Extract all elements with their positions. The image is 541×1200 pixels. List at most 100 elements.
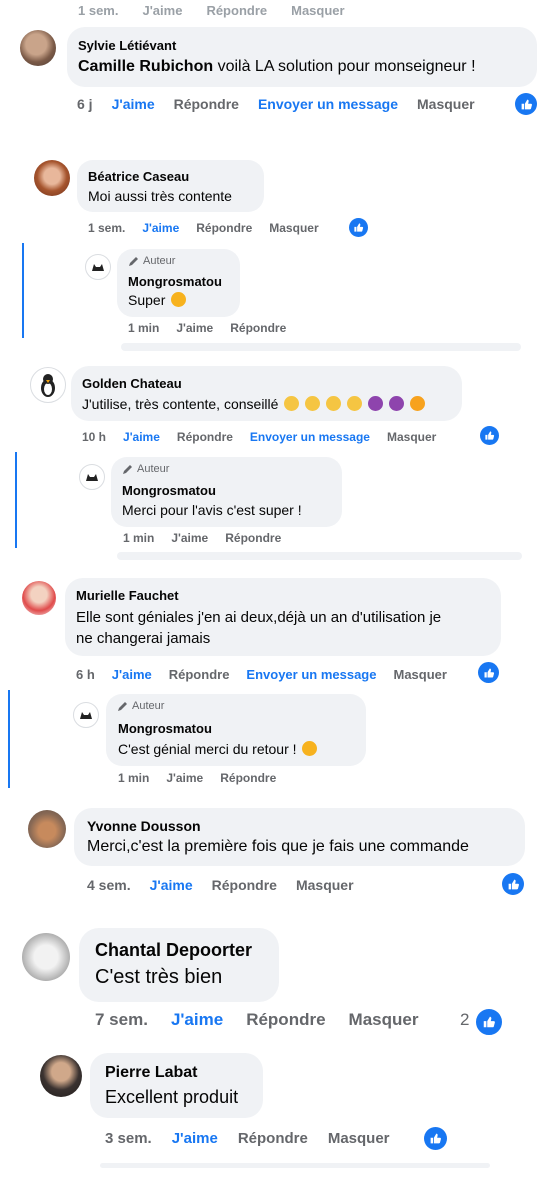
- comment-actions: 1 min J'aime Répondre: [123, 531, 281, 545]
- comment-text: J'utilise, très contente, conseillé: [82, 396, 425, 412]
- reply-link[interactable]: Répondre: [225, 531, 281, 545]
- author-badge: Auteur: [128, 255, 175, 267]
- like-link[interactable]: J'aime: [166, 771, 203, 785]
- comment-text: Super: [128, 292, 187, 308]
- hide-link[interactable]: Masquer: [393, 667, 446, 682]
- reply-thread-line: [22, 243, 24, 338]
- hide-link[interactable]: Masquer: [328, 1130, 390, 1147]
- avatar[interactable]: [40, 1055, 82, 1097]
- like-reaction-icon[interactable]: [474, 1007, 504, 1037]
- commenter-name[interactable]: Chantal Depoorter: [95, 940, 252, 961]
- comment-body: voilà LA solution pour monseigneur !: [213, 58, 476, 75]
- avatar[interactable]: [30, 367, 66, 403]
- reply-link[interactable]: Répondre: [246, 1010, 325, 1030]
- like-reaction-icon[interactable]: [502, 873, 524, 895]
- like-reaction-icon[interactable]: [478, 662, 499, 683]
- comment-text: ne changerai jamais: [76, 630, 211, 647]
- send-message-link[interactable]: Envoyer un message: [250, 430, 370, 444]
- send-message-link[interactable]: Envoyer un message: [246, 667, 376, 682]
- like-link[interactable]: J'aime: [172, 1130, 218, 1147]
- reply-bubble: Auteur Mongrosmatou C'est génial merci d…: [106, 694, 366, 766]
- like-link[interactable]: J'aime: [171, 531, 208, 545]
- comment-bubble: Sylvie Létiévant Camille Rubichon voilà …: [67, 27, 537, 87]
- ok-hand-emoji-icon: [305, 396, 321, 411]
- comment-bubble: Chantal Depoorter C'est très bien: [79, 928, 279, 1002]
- like-reaction-icon[interactable]: [349, 218, 368, 237]
- ok-hand-emoji-icon: [326, 396, 342, 411]
- reply-link[interactable]: Répondre: [220, 771, 276, 785]
- like-link[interactable]: J'aime: [142, 221, 179, 235]
- comment-time: 1 min: [118, 771, 150, 785]
- comment-actions: 7 sem. J'aime Répondre Masquer: [95, 1010, 418, 1030]
- cat-emoji-icon: [171, 292, 187, 307]
- like-link[interactable]: J'aime: [171, 1010, 223, 1030]
- like-link[interactable]: J'aime: [123, 430, 160, 444]
- comment-actions: 10 h J'aime Répondre Envoyer un message …: [82, 430, 436, 444]
- page-avatar[interactable]: [79, 464, 105, 490]
- commenter-name[interactable]: Murielle Fauchet: [76, 588, 179, 603]
- like-link[interactable]: J'aime: [142, 3, 182, 18]
- reply-link[interactable]: Répondre: [169, 667, 230, 682]
- reply-link[interactable]: Répondre: [206, 3, 267, 18]
- avatar[interactable]: [20, 30, 56, 66]
- hide-link[interactable]: Masquer: [291, 3, 344, 18]
- avatar[interactable]: [28, 810, 66, 848]
- author-badge-label: Auteur: [137, 463, 170, 475]
- commenter-name[interactable]: Sylvie Létiévant: [78, 38, 176, 53]
- like-reaction-icon[interactable]: [480, 426, 499, 445]
- reply-link[interactable]: Répondre: [230, 321, 286, 335]
- page-avatar[interactable]: [73, 702, 99, 728]
- like-reaction-icon[interactable]: [424, 1127, 447, 1150]
- send-message-link[interactable]: Envoyer un message: [258, 96, 398, 112]
- comment-time: 1 min: [128, 321, 160, 335]
- comment-text: Camille Rubichon voilà LA solution pour …: [78, 58, 476, 76]
- pencil-icon: [118, 702, 127, 711]
- reply-link[interactable]: Répondre: [238, 1130, 308, 1147]
- hide-link[interactable]: Masquer: [349, 1010, 419, 1030]
- pencil-icon: [129, 257, 138, 266]
- reaction-count[interactable]: 2: [460, 1010, 469, 1030]
- residual-action-row: 1 sem. J'aime Répondre Masquer: [78, 3, 345, 18]
- author-badge-label: Auteur: [143, 255, 176, 267]
- hide-link[interactable]: Masquer: [387, 430, 436, 444]
- commenter-name[interactable]: Pierre Labat: [105, 1064, 197, 1082]
- comment-text: Merci pour l'avis c'est super !: [122, 502, 302, 518]
- comment-text: Elle sont géniales j'en ai deux,déjà un …: [76, 609, 442, 626]
- reply-link[interactable]: Répondre: [196, 221, 252, 235]
- comment-bubble: Golden Chateau J'utilise, très contente,…: [71, 366, 462, 421]
- commenter-name[interactable]: Mongrosmatou: [122, 483, 216, 498]
- reply-input-fragment: [121, 343, 521, 351]
- avatar[interactable]: [34, 160, 70, 196]
- hide-link[interactable]: Masquer: [269, 221, 318, 235]
- commenter-name[interactable]: Mongrosmatou: [128, 274, 222, 289]
- comment-time: 3 sem.: [105, 1130, 152, 1147]
- comment-time: 6 h: [76, 667, 95, 682]
- commenter-name[interactable]: Béatrice Caseau: [88, 169, 189, 184]
- commenter-name[interactable]: Mongrosmatou: [118, 721, 212, 736]
- like-link[interactable]: J'aime: [176, 321, 213, 335]
- reply-link[interactable]: Répondre: [212, 877, 277, 893]
- commenter-name[interactable]: Yvonne Dousson: [87, 818, 201, 834]
- clapping-hands-emoji-icon: [284, 396, 300, 411]
- cat-logo-icon: [80, 712, 92, 719]
- reply-link[interactable]: Répondre: [177, 430, 233, 444]
- comment-bubble: Yvonne Dousson Merci,c'est la première f…: [74, 808, 525, 866]
- comment-actions: 1 min J'aime Répondre: [128, 321, 286, 335]
- star-struck-emoji-icon: [367, 396, 383, 411]
- avatar[interactable]: [22, 581, 56, 615]
- reply-thread-line: [15, 452, 17, 548]
- commenter-name[interactable]: Golden Chateau: [82, 376, 182, 391]
- comment-bubble: Murielle Fauchet Elle sont géniales j'en…: [65, 578, 501, 656]
- mention-link[interactable]: Camille Rubichon: [78, 58, 213, 75]
- hide-link[interactable]: Masquer: [417, 96, 475, 112]
- like-link[interactable]: J'aime: [150, 877, 193, 893]
- like-reaction-icon[interactable]: [515, 93, 537, 115]
- comment-actions: 6 h J'aime Répondre Envoyer un message M…: [76, 667, 447, 682]
- reply-link[interactable]: Répondre: [174, 96, 239, 112]
- like-link[interactable]: J'aime: [112, 96, 155, 112]
- page-avatar[interactable]: [85, 254, 111, 280]
- avatar[interactable]: [22, 933, 70, 981]
- like-link[interactable]: J'aime: [112, 667, 152, 682]
- hide-link[interactable]: Masquer: [296, 877, 354, 893]
- comment-input-fragment: [100, 1163, 490, 1168]
